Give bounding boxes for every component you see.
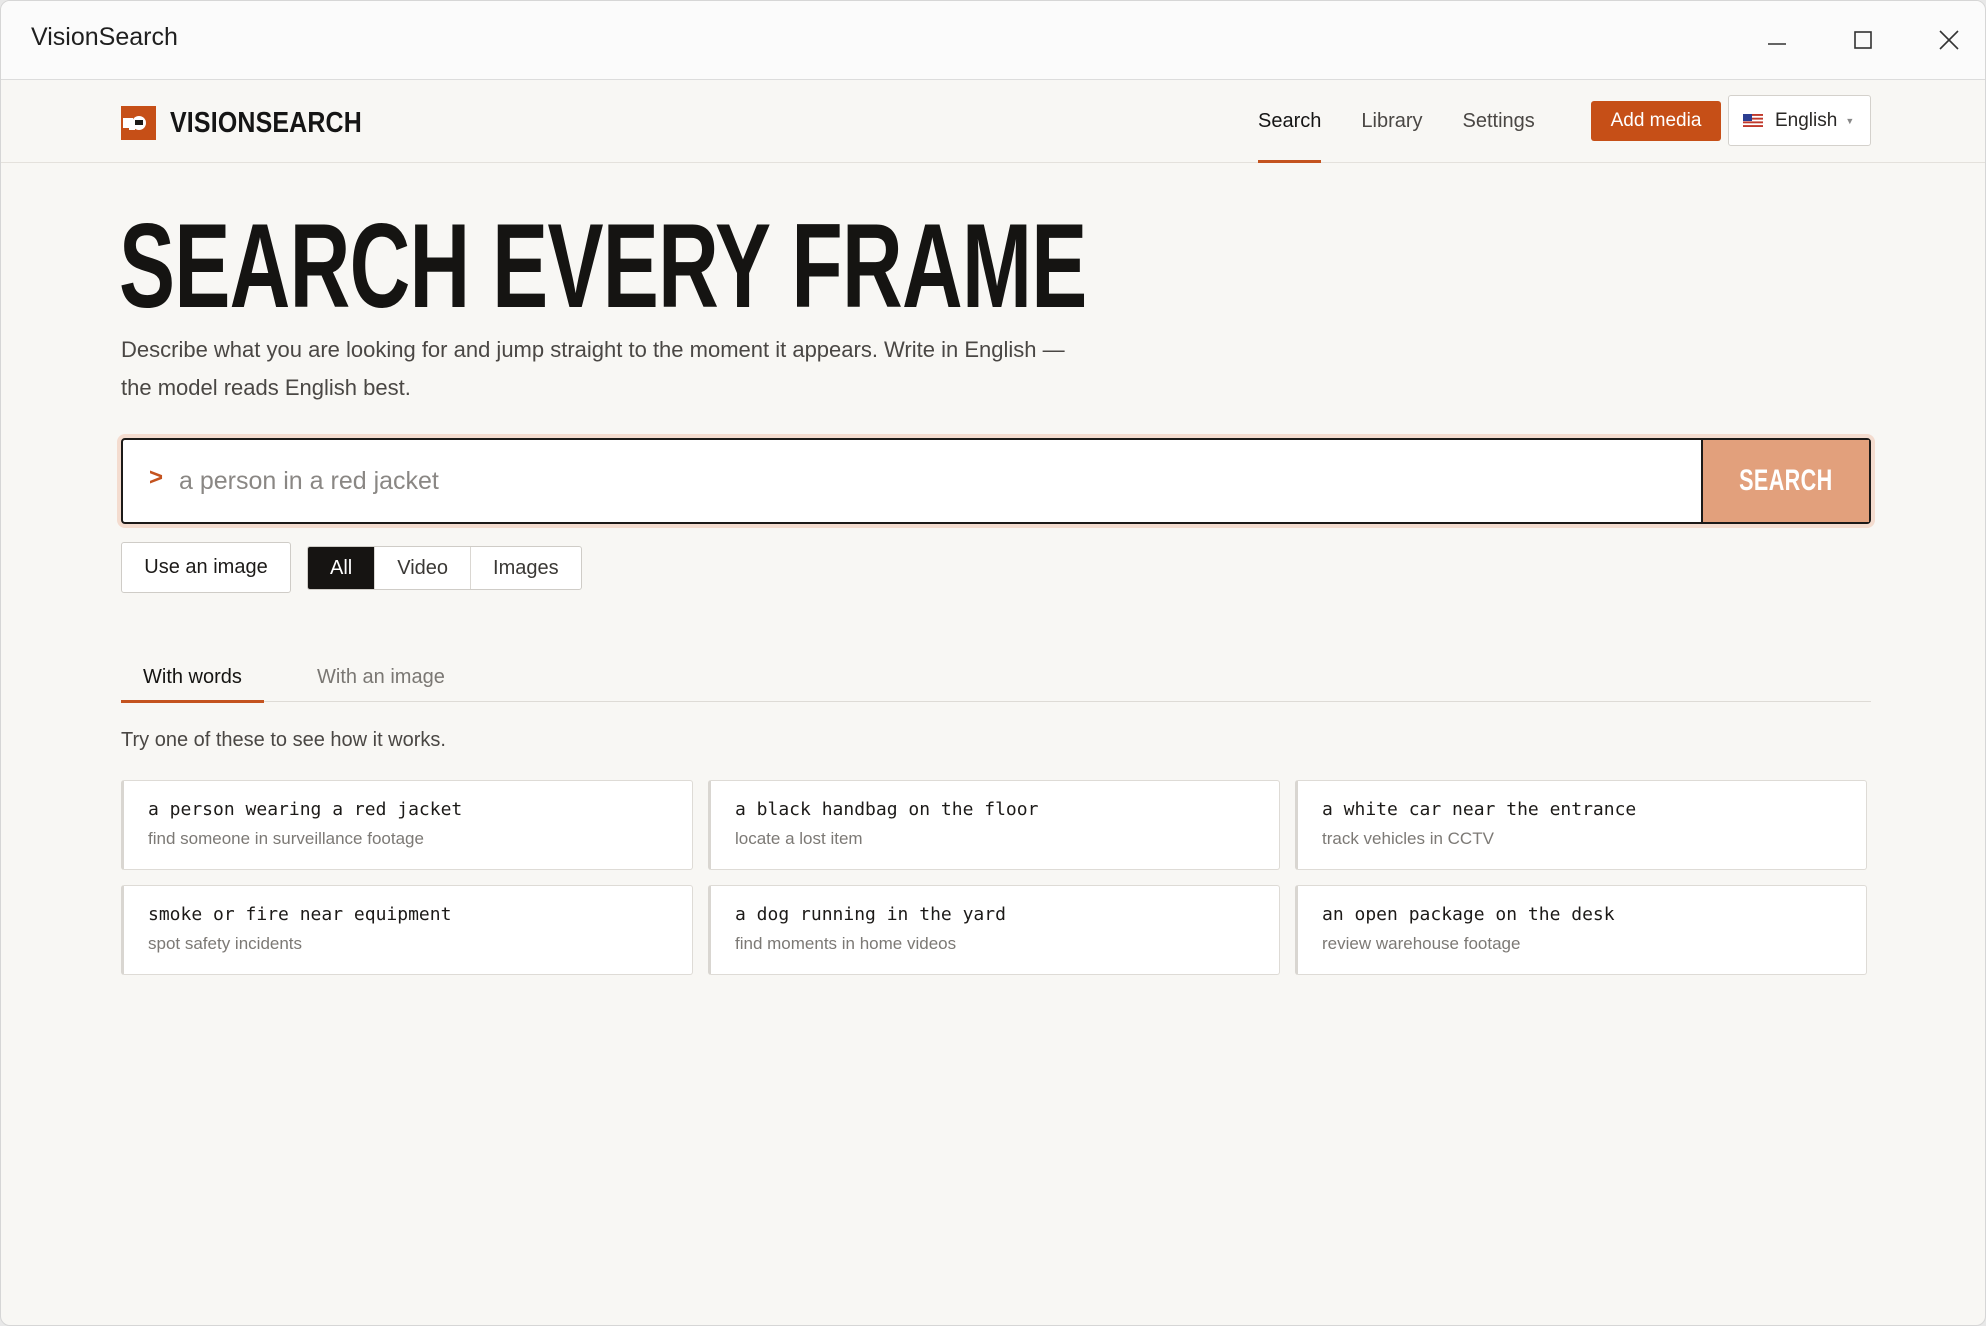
- title-bar: VisionSearch: [1, 1, 1985, 80]
- brand[interactable]: VISIONSEARCH: [121, 105, 393, 141]
- example-query: a dog running in the yard: [735, 904, 1006, 925]
- nav-links: Search Library Settings: [1258, 80, 1575, 163]
- language-label: English: [1775, 109, 1838, 131]
- example-card[interactable]: an open package on the desk review wareh…: [1295, 885, 1867, 975]
- nav-library[interactable]: Library: [1361, 80, 1422, 163]
- filter-all[interactable]: All: [308, 547, 376, 589]
- filter-video[interactable]: Video: [375, 547, 472, 589]
- example-card[interactable]: a white car near the entrance track vehi…: [1295, 780, 1867, 870]
- app-window: VisionSearch VISIONSEARCH Search Library…: [0, 0, 1986, 1326]
- logo-icon: [121, 106, 156, 140]
- search-button-label: SEARCH: [1739, 464, 1833, 497]
- example-desc: find someone in surveillance footage: [148, 829, 424, 848]
- close-icon: [1939, 30, 1959, 50]
- window-title: VisionSearch: [31, 23, 178, 51]
- example-desc: locate a lost item: [735, 829, 863, 848]
- example-card[interactable]: a dog running in the yard find moments i…: [708, 885, 1280, 975]
- minimize-button[interactable]: [1747, 17, 1807, 63]
- example-desc: spot safety incidents: [148, 934, 303, 953]
- examples-hint: Try one of these to see how it works.: [121, 729, 446, 751]
- nav-settings[interactable]: Settings: [1463, 80, 1535, 163]
- example-card[interactable]: a person wearing a red jacket find someo…: [121, 780, 693, 870]
- us-flag-icon: [1743, 114, 1763, 127]
- use-image-button[interactable]: Use an image: [121, 542, 291, 593]
- search-bar: > SEARCH: [121, 438, 1871, 524]
- page-subtitle: Describe what you are looking for and ju…: [121, 337, 1065, 400]
- prompt-chevron-icon: >: [149, 464, 164, 491]
- search-input[interactable]: [179, 440, 1679, 522]
- maximize-button[interactable]: [1833, 17, 1893, 63]
- chevron-down-icon: ▼: [1845, 115, 1855, 126]
- example-queries: a person wearing a red jacket find someo…: [121, 780, 1871, 975]
- example-query: a person wearing a red jacket: [148, 799, 463, 820]
- example-desc: find moments in home videos: [735, 934, 957, 953]
- example-query: smoke or fire near equipment: [148, 904, 452, 925]
- nav-search[interactable]: Search: [1258, 80, 1322, 163]
- page-title: SEARCH EVERY FRAME: [119, 199, 1087, 333]
- search-button[interactable]: SEARCH: [1701, 440, 1869, 522]
- brand-name: VISIONSEARCH: [170, 106, 362, 139]
- search-mode-tabs: With words With an image: [121, 652, 1871, 703]
- tab-with-image[interactable]: With an image: [295, 652, 467, 702]
- minimize-icon: [1768, 43, 1786, 45]
- maximize-icon: [1854, 31, 1872, 49]
- top-nav: VISIONSEARCH Search Library Settings Add…: [1, 80, 1985, 163]
- example-desc: review warehouse footage: [1322, 934, 1521, 953]
- example-query: a black handbag on the floor: [735, 799, 1039, 820]
- tab-with-words[interactable]: With words: [121, 652, 264, 703]
- filter-images[interactable]: Images: [471, 547, 581, 589]
- example-card[interactable]: a black handbag on the floor locate a lo…: [708, 780, 1280, 870]
- example-query: an open package on the desk: [1322, 904, 1615, 925]
- language-select[interactable]: English ▼: [1728, 95, 1871, 146]
- example-query: a white car near the entrance: [1322, 799, 1637, 820]
- media-type-filter: All Video Images: [307, 546, 582, 590]
- add-media-button[interactable]: Add media: [1591, 101, 1721, 141]
- example-card[interactable]: smoke or fire near equipment spot safety…: [121, 885, 693, 975]
- example-desc: track vehicles in CCTV: [1322, 829, 1494, 848]
- close-button[interactable]: [1919, 17, 1979, 63]
